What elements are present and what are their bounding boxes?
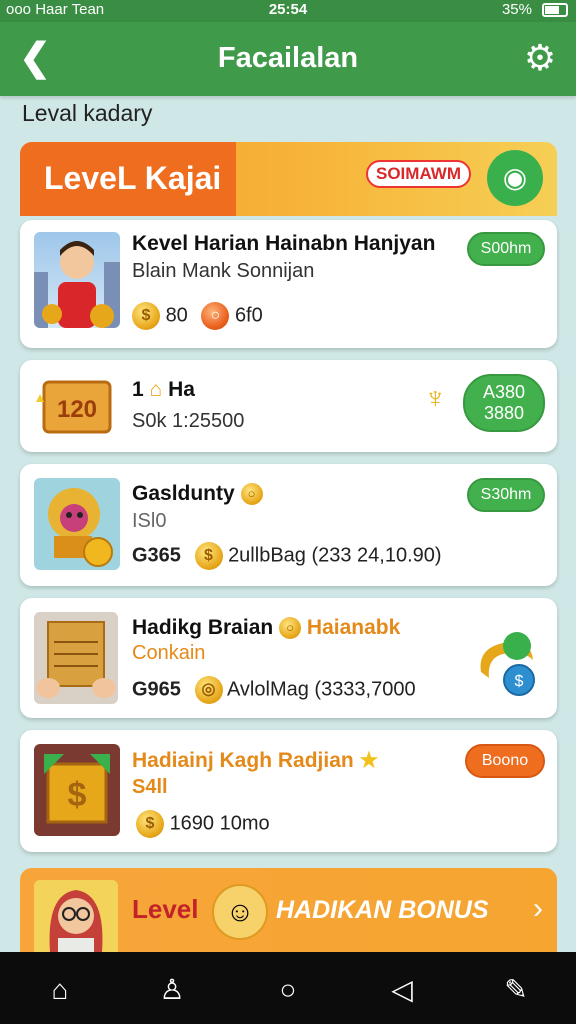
smiley-icon: ☺ <box>212 884 268 940</box>
card-title: 1 ⌂ Ha <box>132 378 195 402</box>
battery-percent: 35% <box>501 1 532 18</box>
coin-icon: $ <box>132 302 160 330</box>
coin-icon: ○ <box>240 483 263 506</box>
money-box-thumbnail: $ <box>34 744 120 836</box>
coin-icon: ◎ <box>194 676 223 704</box>
clock: 25:54 <box>268 1 308 18</box>
orange-coin-icon: ○ <box>201 302 230 330</box>
card-title-text: Hadikg Braian <box>132 616 274 639</box>
card-title-text: Ha <box>168 378 195 401</box>
package-thumbnail <box>34 612 118 704</box>
svg-text:$: $ <box>68 776 87 814</box>
money-box-icon: $ <box>42 752 112 828</box>
level-header-card: LeveL Kajai SOIMAWM ◉ <box>20 142 557 216</box>
card-title: Kevel Harian Hainabn Hanjyan <box>132 232 436 255</box>
ticket-number: 120 <box>57 396 97 423</box>
coin-amount: 80 <box>165 304 188 327</box>
reward-pill-button[interactable]: Boono <box>465 744 545 778</box>
card-title-text: Hadiainj Kagh Radjian <box>132 749 354 772</box>
battery-icon <box>542 3 568 17</box>
header-badge: SOIMAWM <box>366 160 471 188</box>
boy-illustration-icon <box>34 241 120 328</box>
card-title: Gasldunty ○ <box>132 482 263 506</box>
card-subtitle: S4ll <box>132 776 168 798</box>
bonus-banner[interactable]: Level ☺ HADIKAN BONUS › <box>20 868 557 952</box>
circle-icon[interactable]: ○ <box>268 972 308 1008</box>
point-amount: 6f0 <box>234 304 263 327</box>
stat-label: G965 <box>132 678 181 701</box>
edit-icon[interactable]: ✎ <box>496 972 536 1008</box>
reward-pill-button[interactable]: A380 3880 <box>463 374 545 432</box>
ticket-icon: 120 <box>36 380 112 434</box>
stat-text: AvlolMag (3333,7000 <box>226 678 416 701</box>
character-illustration-icon <box>48 488 113 567</box>
ticket-thumbnail: 120 <box>34 372 124 440</box>
reward-pill-button[interactable]: S30hm <box>467 478 545 512</box>
star-icon: ★ <box>359 749 379 772</box>
girl-avatar <box>34 880 118 952</box>
pill-line-2: 3880 <box>483 403 525 423</box>
reward-bag-icon[interactable]: $ <box>473 624 539 698</box>
card-subtitle: S0k 1:25500 <box>132 410 245 432</box>
coin-icon: $ <box>194 542 223 570</box>
house-icon: ⌂ <box>149 378 163 401</box>
card-title: Hadiainj Kagh Radjian ★ <box>132 748 378 773</box>
pill-line-1: A380 <box>482 382 526 402</box>
stat-text: 2ullbBag (233 24,10.90) <box>228 544 442 567</box>
avatar-thumbnail <box>34 232 120 328</box>
card-title: Hadikg Braian ○ Haianabk <box>132 616 400 640</box>
app-bar: ❮ Facailalan ⚙ <box>0 22 576 96</box>
card-title-accent: Haianabk <box>306 616 401 639</box>
card-title-number: 1 <box>132 378 144 401</box>
card-stats: G965 ◎ AvlolMag (3333,7000 <box>132 676 416 704</box>
character-thumbnail <box>34 478 120 570</box>
triangle-back-icon[interactable]: ◁ <box>382 972 422 1008</box>
task-card-5[interactable]: $ Hadiainj Kagh Radjian ★ S4ll $ 1690 10… <box>20 730 557 852</box>
task-card-4[interactable]: Hadikg Braian ○ Haianabk Conkain G965 ◎ … <box>20 598 557 718</box>
reward-pill-button[interactable]: S00hm <box>467 232 545 266</box>
card-subtitle: ISl0 <box>132 510 167 532</box>
system-nav-bar: ⌂ ♙ ○ ◁ ✎ <box>0 952 576 1024</box>
section-label: Leval kadary <box>22 100 153 126</box>
gear-icon[interactable]: ⚙ <box>520 36 560 80</box>
task-card-3[interactable]: Gasldunty ○ ISl0 G365 $ 2ullbBag (233 24… <box>20 464 557 586</box>
card-stats: $ 80 ○ 6f0 <box>132 302 263 330</box>
card-subtitle: Conkain <box>132 642 206 664</box>
profile-icon[interactable]: ♙ <box>152 972 192 1008</box>
task-card-2[interactable]: 120 1 ⌂ Ha S0k 1:25500 ♆ A380 3880 <box>20 360 557 452</box>
stat-label: G365 <box>132 544 181 567</box>
home-icon[interactable]: ⌂ <box>40 972 80 1008</box>
svg-text:$: $ <box>515 673 524 690</box>
header-title: LeveL Kajai <box>44 160 222 196</box>
card-title-text: Gasldunty <box>132 482 235 505</box>
stat-text: 1690 10mo <box>169 812 270 835</box>
page-title: Facailalan <box>217 42 359 74</box>
coin-icon: $ <box>136 810 164 838</box>
coin-icon: ○ <box>279 617 302 640</box>
bonus-cta: HADIKAN BONUS <box>276 896 489 924</box>
status-bar: ooo Haar Tean 25:54 35% <box>0 0 576 22</box>
package-icon <box>36 621 116 698</box>
chevron-right-icon[interactable]: › <box>533 892 543 926</box>
card-subtitle: Blain Mank Sonnijan <box>132 260 315 282</box>
banner-left-label: Level <box>132 894 199 924</box>
chat-icon[interactable]: ◉ <box>487 150 543 206</box>
task-card-1[interactable]: Kevel Harian Hainabn Hanjyan Blain Mank … <box>20 220 557 348</box>
card-stats: $ 1690 10mo <box>136 810 270 838</box>
trophy-icon: ♆ <box>424 382 447 415</box>
card-stats: G365 $ 2ullbBag (233 24,10.90) <box>132 542 442 570</box>
